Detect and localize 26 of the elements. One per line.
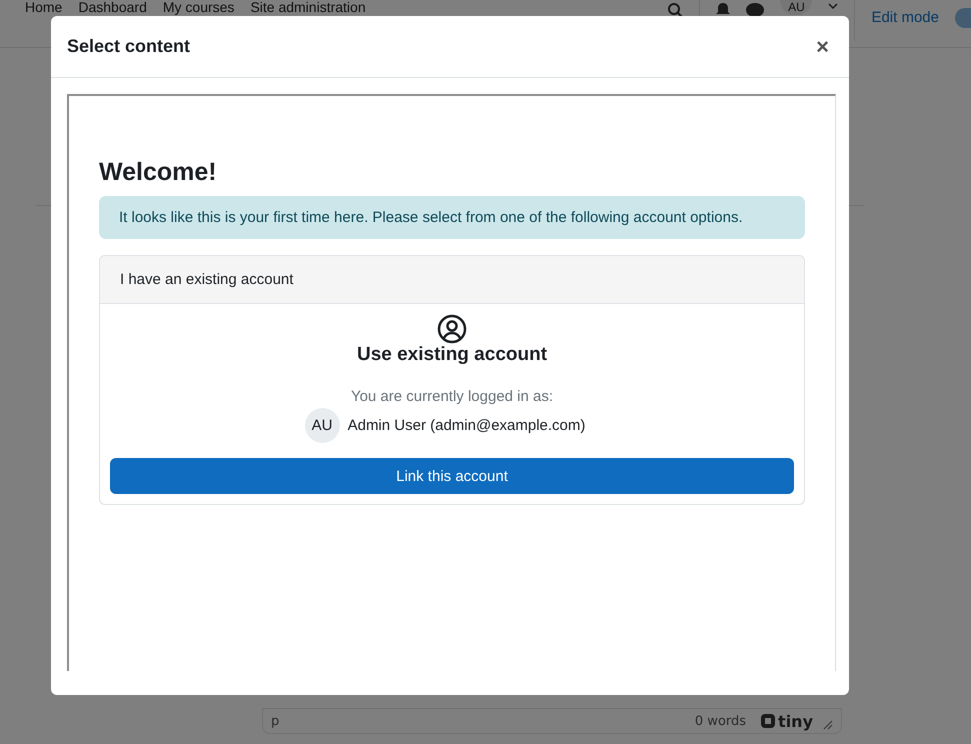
- user-name: Admin User (admin@example.com): [348, 417, 586, 434]
- info-alert: It looks like this is your first time here. Please select from one of the following account options.: [99, 196, 805, 239]
- logged-in-label: You are currently logged in as:: [350, 388, 554, 405]
- edit-mode-toggle[interactable]: [955, 8, 971, 28]
- search-icon[interactable]: [667, 2, 684, 18]
- link-account-button[interactable]: Link this account: [110, 458, 794, 494]
- user-avatar: AU: [304, 408, 340, 443]
- nav-link[interactable]: Home: [25, 0, 62, 15]
- logo-icon: [760, 713, 776, 729]
- resize-handle-icon[interactable]: [823, 720, 833, 730]
- brand-name: tiny: [778, 712, 813, 730]
- edit-mode-label: Edit mode: [871, 9, 939, 26]
- nav-link[interactable]: My courses: [162, 0, 234, 15]
- word-count: 0 words: [694, 714, 746, 728]
- nav-link[interactable]: Site administration: [250, 0, 366, 15]
- element-path: p: [271, 714, 280, 728]
- modal-title: Select content: [67, 36, 190, 57]
- welcome-heading: Welcome!: [99, 158, 218, 186]
- nav-link[interactable]: Dashboard: [78, 0, 147, 15]
- card-header: I have an existing account: [100, 256, 804, 304]
- user-avatar[interactable]: AU: [780, 0, 812, 15]
- card-title: Use existing account: [356, 344, 548, 366]
- user-circle-icon: [437, 314, 467, 344]
- caret-icon[interactable]: [828, 2, 838, 10]
- close-button[interactable]: ×: [812, 34, 833, 60]
- tiny-logo[interactable]: tiny: [760, 712, 813, 730]
